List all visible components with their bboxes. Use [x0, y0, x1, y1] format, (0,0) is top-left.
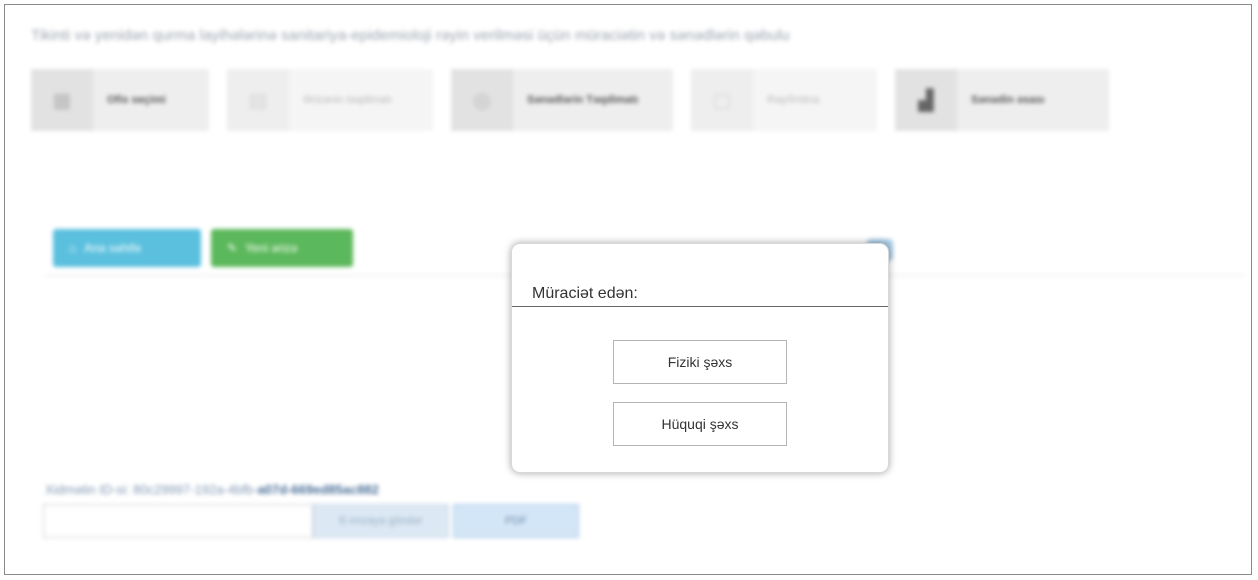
- step-office-selection[interactable]: ▦ Ofis seçimi: [31, 69, 209, 131]
- page-title: Tikinti və yenidən qurma layihələrinə sa…: [31, 27, 790, 44]
- service-id-value: a07d-669ed85ac882: [257, 482, 379, 497]
- dialog-divider: [512, 306, 888, 307]
- legal-entity-button[interactable]: Hüquqi şəxs: [613, 402, 787, 446]
- building-icon: ▦: [31, 69, 93, 131]
- home-button[interactable]: ⌂ Ana səhifə: [53, 229, 201, 267]
- signature-input[interactable]: [43, 504, 313, 538]
- new-application-button[interactable]: ✎ Yeni ərizə: [211, 229, 353, 267]
- home-icon: ⌂: [69, 241, 77, 255]
- service-id-label: Xidmətin ID-si: 80c29997-192a-4bfb-: [45, 482, 258, 497]
- individual-person-button[interactable]: Fiziki şəxs: [613, 340, 787, 384]
- file-icon: ▢: [691, 69, 753, 131]
- globe-icon: ◎: [451, 69, 513, 131]
- pencil-icon: ✎: [227, 241, 238, 255]
- esign-send-button[interactable]: E-imzaya göndər: [313, 504, 449, 538]
- step-label: Ərizənin təqdimatı: [303, 94, 392, 106]
- step-documents[interactable]: ◎ Sənədlərin Təqdimatı: [451, 69, 673, 131]
- step-basis[interactable]: ▟ Sənədin əsası: [895, 69, 1109, 131]
- home-button-label: Ana səhifə: [84, 241, 141, 255]
- dialog-title: Müraciət edən:: [532, 285, 638, 302]
- pdf-button[interactable]: PDF: [453, 504, 579, 538]
- applicant-type-dialog: Müraciət edən: Fiziki şəxs Hüquqi şəxs: [511, 243, 889, 473]
- document-icon: ▤: [227, 69, 289, 131]
- new-application-label: Yeni ərizə: [245, 241, 298, 255]
- chart-icon: ▟: [895, 69, 957, 131]
- step-label: Sənədlərin Təqdimatı: [527, 94, 639, 106]
- step-label: Rəy/İmtina: [767, 94, 820, 106]
- service-id-line: Xidmətin ID-si: 80c29997-192a-4bfb-a07d-…: [45, 482, 379, 497]
- step-decision[interactable]: ▢ Rəy/İmtina: [691, 69, 877, 131]
- step-application[interactable]: ▤ Ərizənin təqdimatı: [227, 69, 433, 131]
- browser-frame: Tikinti və yenidən qurma layihələrinə sa…: [4, 4, 1252, 575]
- step-label: Sənədin əsası: [971, 94, 1045, 106]
- step-label: Ofis seçimi: [107, 94, 166, 106]
